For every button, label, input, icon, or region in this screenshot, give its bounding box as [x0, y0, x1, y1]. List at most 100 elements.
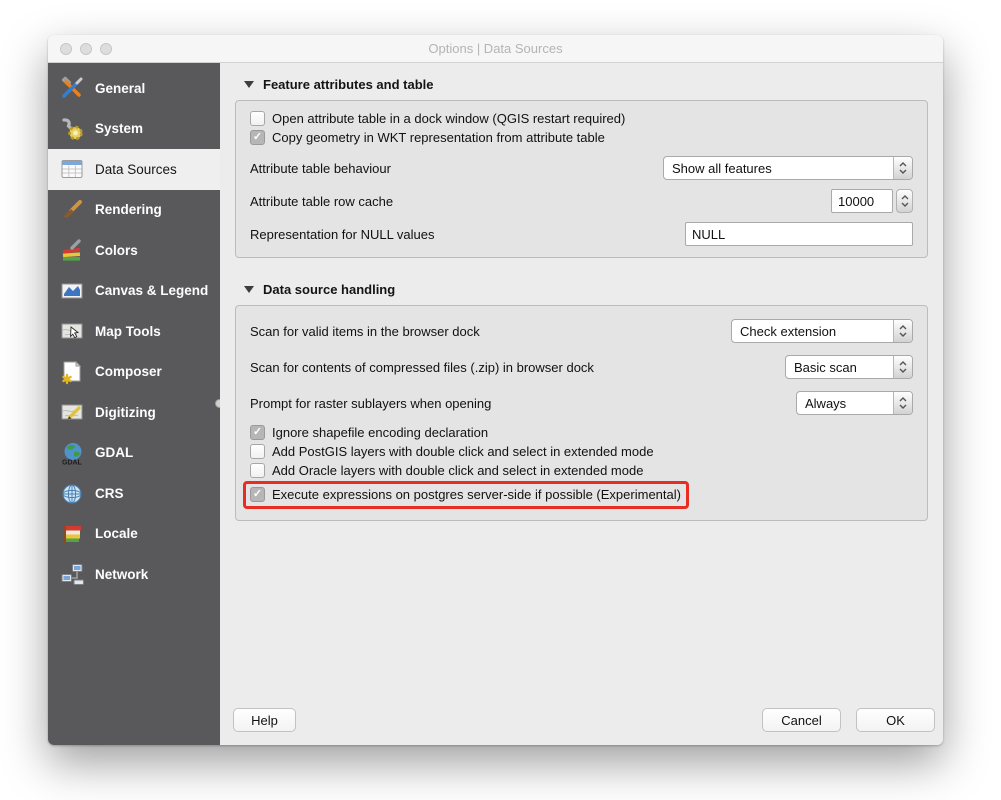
cancel-button[interactable]: Cancel	[762, 708, 841, 732]
open-attribute-table-dock-row: Open attribute table in a dock window (Q…	[250, 109, 913, 128]
canvas-legend-map-icon	[59, 278, 85, 304]
null-representation-row: Representation for NULL values	[250, 222, 913, 246]
sidebar-item-label: Canvas & Legend	[95, 283, 208, 298]
sidebar-item-label: General	[95, 81, 145, 96]
sidebar-item-data-sources[interactable]: Data Sources	[48, 149, 220, 190]
dialog-button-bar: Help Cancel OK	[233, 708, 935, 732]
open-attribute-table-dock-checkbox[interactable]	[250, 111, 265, 126]
data-source-handling-groupbox: Scan for valid items in the browser dock…	[235, 305, 928, 521]
attribute-table-row-cache-row: Attribute table row cache	[250, 189, 913, 213]
collapse-triangle-icon	[244, 286, 254, 293]
colors-palette-icon	[59, 237, 85, 263]
sidebar-item-network[interactable]: Network	[48, 554, 220, 595]
data-sources-table-icon	[59, 156, 85, 182]
sidebar-item-label: System	[95, 121, 143, 136]
section-feature-attributes-header[interactable]: Feature attributes and table	[244, 77, 928, 92]
sidebar-item-crs[interactable]: CRS	[48, 473, 220, 514]
checkbox-label: Open attribute table in a dock window (Q…	[272, 111, 625, 126]
sidebar-item-label: Composer	[95, 364, 162, 379]
sidebar-item-label: CRS	[95, 486, 124, 501]
sidebar-item-locale[interactable]: Locale	[48, 514, 220, 555]
section-title: Feature attributes and table	[263, 77, 433, 92]
add-postgis-layers-checkbox[interactable]	[250, 444, 265, 459]
execute-expressions-postgres-checkbox[interactable]	[250, 487, 265, 502]
scan-valid-items-select[interactable]: Check extension	[731, 319, 913, 343]
field-label: Scan for contents of compressed files (.…	[250, 360, 594, 375]
crs-globe-icon	[59, 480, 85, 506]
section-title: Data source handling	[263, 282, 395, 297]
selected-value: Always	[797, 392, 893, 414]
window-title: Options | Data Sources	[428, 41, 562, 56]
options-window: Options | Data Sources General	[48, 35, 943, 745]
sidebar-item-colors[interactable]: Colors	[48, 230, 220, 271]
combo-stepper-icon[interactable]	[893, 157, 912, 179]
copy-geometry-wkt-checkbox[interactable]	[250, 130, 265, 145]
section-data-source-handling-header[interactable]: Data source handling	[244, 282, 928, 297]
help-button[interactable]: Help	[233, 708, 296, 732]
red-annotation-highlight: Execute expressions on postgres server-s…	[243, 481, 689, 509]
svg-text:GDAL: GDAL	[62, 459, 83, 466]
traffic-lights	[60, 43, 112, 55]
close-window-icon[interactable]	[60, 43, 72, 55]
feature-attributes-groupbox: Open attribute table in a dock window (Q…	[235, 100, 928, 258]
selected-value: Check extension	[732, 320, 893, 342]
field-label: Attribute table row cache	[250, 194, 393, 209]
sidebar-item-rendering[interactable]: Rendering	[48, 190, 220, 231]
selected-value: Show all features	[664, 157, 893, 179]
copy-geometry-wkt-row: Copy geometry in WKT representation from…	[250, 128, 913, 147]
add-postgis-layers-row: Add PostGIS layers with double click and…	[250, 442, 913, 461]
sidebar-item-composer[interactable]: Composer	[48, 352, 220, 393]
settings-sidebar: General System	[48, 63, 220, 745]
collapse-triangle-icon	[244, 81, 254, 88]
execute-expressions-postgres-row: Execute expressions on postgres server-s…	[250, 485, 681, 504]
prompt-raster-sublayers-row: Prompt for raster sublayers when opening…	[250, 391, 913, 415]
checkbox-label: Add Oracle layers with double click and …	[272, 463, 643, 478]
field-label: Attribute table behaviour	[250, 161, 391, 176]
field-label: Scan for valid items in the browser dock	[250, 324, 480, 339]
scan-zip-contents-row: Scan for contents of compressed files (.…	[250, 355, 913, 379]
selected-value: Basic scan	[786, 356, 893, 378]
sidebar-item-system[interactable]: System	[48, 109, 220, 150]
scan-zip-contents-select[interactable]: Basic scan	[785, 355, 913, 379]
combo-stepper-icon[interactable]	[893, 392, 912, 414]
sidebar-item-label: Map Tools	[95, 324, 161, 339]
rendering-paintbrush-icon	[59, 197, 85, 223]
combo-stepper-icon[interactable]	[893, 356, 912, 378]
null-representation-input[interactable]	[685, 222, 913, 246]
data-sources-panel: Feature attributes and table Open attrib…	[220, 63, 943, 745]
sidebar-item-map-tools[interactable]: Map Tools	[48, 311, 220, 352]
field-label: Prompt for raster sublayers when opening	[250, 396, 491, 411]
combo-stepper-icon[interactable]	[893, 320, 912, 342]
add-oracle-layers-checkbox[interactable]	[250, 463, 265, 478]
map-tools-cursor-icon	[59, 318, 85, 344]
field-label: Representation for NULL values	[250, 227, 435, 242]
ok-button[interactable]: OK	[856, 708, 935, 732]
checkbox-label: Add PostGIS layers with double click and…	[272, 444, 654, 459]
desktop-background: Options | Data Sources General	[0, 0, 1001, 800]
ignore-shapefile-encoding-checkbox[interactable]	[250, 425, 265, 440]
sidebar-item-label: Colors	[95, 243, 138, 258]
composer-page-icon	[59, 359, 85, 385]
title-bar[interactable]: Options | Data Sources	[48, 35, 943, 63]
sidebar-item-digitizing[interactable]: Digitizing	[48, 392, 220, 433]
sidebar-item-gdal[interactable]: GDAL GDAL	[48, 433, 220, 474]
prompt-raster-sublayers-select[interactable]: Always	[796, 391, 913, 415]
locale-flags-icon	[59, 521, 85, 547]
spin-stepper-icon[interactable]	[896, 189, 913, 213]
gdal-globe-icon: GDAL	[59, 440, 85, 466]
zoom-window-icon[interactable]	[100, 43, 112, 55]
network-computers-icon	[59, 561, 85, 587]
sidebar-item-label: Rendering	[95, 202, 162, 217]
row-cache-input[interactable]	[831, 189, 893, 213]
add-oracle-layers-row: Add Oracle layers with double click and …	[250, 461, 913, 480]
sidebar-item-label: Data Sources	[95, 162, 177, 177]
sidebar-item-label: Network	[95, 567, 148, 582]
sidebar-item-label: Digitizing	[95, 405, 156, 420]
sidebar-item-label: Locale	[95, 526, 138, 541]
system-gear-icon	[59, 116, 85, 142]
checkbox-label: Ignore shapefile encoding declaration	[272, 425, 488, 440]
attribute-table-behaviour-select[interactable]: Show all features	[663, 156, 913, 180]
minimize-window-icon[interactable]	[80, 43, 92, 55]
sidebar-item-canvas-legend[interactable]: Canvas & Legend	[48, 271, 220, 312]
sidebar-item-general[interactable]: General	[48, 68, 220, 109]
